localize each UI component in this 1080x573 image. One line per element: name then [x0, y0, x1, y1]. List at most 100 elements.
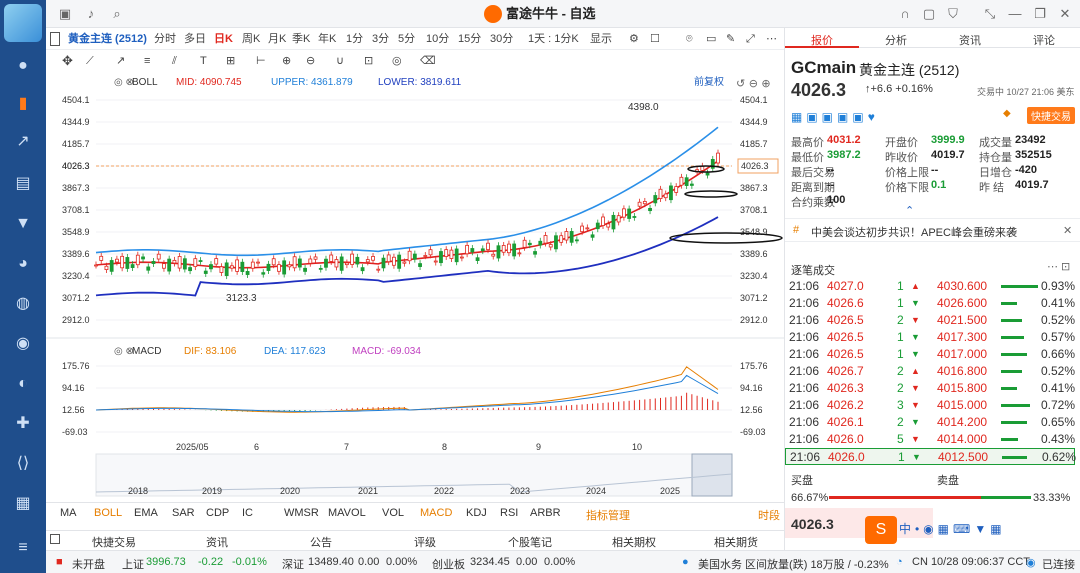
- timeframe-3[interactable]: 周K: [242, 32, 260, 46]
- quick-trade-button[interactable]: 快捷交易: [1027, 107, 1075, 124]
- ticker-text[interactable]: 美国水务 区间放量(跌) 18万股 / -0.23%: [698, 556, 889, 572]
- timeframe-4[interactable]: 月K: [268, 32, 286, 46]
- eye-icon[interactable]: ◎: [392, 54, 402, 68]
- right-tab-1[interactable]: 分析: [885, 32, 907, 48]
- settings-icon[interactable]: ⚙: [629, 32, 639, 46]
- fib-tool-icon[interactable]: ⊞: [226, 54, 235, 68]
- timeframe-10[interactable]: 10分: [426, 32, 449, 46]
- bag-icon[interactable]: ▢: [920, 5, 938, 23]
- document-icon[interactable]: ▦: [11, 492, 35, 516]
- layout-split-icon[interactable]: ▭: [706, 32, 716, 46]
- lower-tab-5[interactable]: 相关期权: [612, 534, 656, 550]
- lower-tab-0[interactable]: 快捷交易: [92, 534, 136, 550]
- tick-row[interactable]: 21:06 4026.0 1 4012.500 0.62% ▼: [785, 448, 1076, 465]
- panel-toggle-icon[interactable]: [50, 534, 60, 544]
- menu-icon[interactable]: ≡: [11, 536, 35, 560]
- indicator-wmsr[interactable]: WMSR: [284, 507, 319, 519]
- right-tab-3[interactable]: 评论: [1033, 32, 1055, 48]
- tick-row[interactable]: 21:06 4026.6 1 4026.600 0.41% ▼: [785, 295, 1075, 312]
- price-chart[interactable]: 4504.1 4504.1 4344.9 4344.9 4185.7 4185.7 4026…: [46, 72, 784, 502]
- indicator-sar[interactable]: SAR: [172, 507, 195, 519]
- ray-tool-icon[interactable]: ↗: [116, 54, 125, 68]
- boll-eye-icon[interactable]: ◎ ⊗: [114, 77, 134, 89]
- indicator-boll[interactable]: BOLL: [94, 507, 122, 519]
- indicator-kdj[interactable]: KDJ: [466, 507, 487, 519]
- timeframe-6[interactable]: 年K: [318, 32, 336, 46]
- indicator-arbr[interactable]: ARBR: [530, 507, 561, 519]
- ime-icons[interactable]: 中•◉▦⌨▼▦: [899, 520, 1006, 537]
- app-logo-icon[interactable]: [4, 4, 42, 42]
- moon-icon[interactable]: ◐: [11, 372, 35, 396]
- delete-icon[interactable]: ⌫: [420, 54, 436, 68]
- timeframe-12[interactable]: 30分: [490, 32, 513, 46]
- indicator-mavol[interactable]: MAVOL: [328, 507, 366, 519]
- layout-icon[interactable]: ▣: [56, 5, 74, 23]
- pie-icon[interactable]: ◕: [11, 252, 35, 276]
- indicator-ic[interactable]: IC: [242, 507, 253, 519]
- indicator-cdp[interactable]: CDP: [206, 507, 229, 519]
- indicator-macd[interactable]: MACD: [420, 507, 452, 519]
- news-banner[interactable]: # 中美会谈达初步共识！APEC峰会重磅来袭 ✕: [785, 218, 1080, 242]
- search-icon[interactable]: ⌕: [108, 5, 126, 23]
- line-tool-icon[interactable]: ⟋: [86, 54, 94, 68]
- close-news-icon[interactable]: ✕: [1063, 224, 1072, 237]
- chart-canvas[interactable]: 4504.1 4504.1 4344.9 4344.9 4185.7 4185.7 4026…: [46, 72, 784, 502]
- sogou-icon[interactable]: S: [865, 516, 897, 544]
- tick-row[interactable]: 21:06 4026.5 1 4017.000 0.66% ▼: [785, 346, 1075, 363]
- tick-row[interactable]: 21:06 4027.0 1 4030.600 0.93% ▲: [785, 278, 1075, 295]
- chart-bar-icon[interactable]: ▮: [11, 92, 35, 116]
- trend-icon[interactable]: ↗: [11, 130, 35, 154]
- timeframe-11[interactable]: 15分: [458, 32, 481, 46]
- timeframe-2[interactable]: 日K: [214, 32, 233, 46]
- timeframe-8[interactable]: 3分: [372, 32, 389, 46]
- text-tool-icon[interactable]: T: [200, 54, 207, 68]
- expand-icon[interactable]: ⤢: [746, 32, 755, 46]
- indicator-manage[interactable]: 指标管理: [586, 507, 630, 523]
- shirt-icon[interactable]: ⛉: [944, 5, 962, 23]
- crosshair-icon[interactable]: ✥: [62, 54, 73, 68]
- exchange-icon[interactable]: ◍: [11, 292, 35, 316]
- code-icon[interactable]: ⟨⟩: [11, 452, 35, 476]
- trend-box-icon[interactable]: ▤: [11, 172, 35, 196]
- lower-tab-3[interactable]: 评级: [414, 534, 436, 550]
- bell-icon[interactable]: ♪: [82, 5, 100, 23]
- indicator-ma[interactable]: MA: [60, 507, 77, 519]
- macd-eye-icon[interactable]: ◎ ⊗: [114, 346, 134, 358]
- filter-icon[interactable]: ▼: [11, 212, 35, 236]
- quote-flag-icons[interactable]: ▦▣▣▣▣♥: [791, 110, 879, 124]
- measure-tool-icon[interactable]: ⊢: [256, 54, 266, 68]
- magnet-icon[interactable]: ∪: [336, 54, 344, 68]
- more-icon[interactable]: ⋯: [766, 32, 777, 46]
- tick-row[interactable]: 21:06 4026.1 2 4014.200 0.65% ▼: [785, 414, 1075, 431]
- gamepad-icon[interactable]: ✚: [11, 412, 35, 436]
- channel-tool-icon[interactable]: ⫽: [172, 54, 177, 68]
- tick-row[interactable]: 21:06 4026.7 2 4016.800 0.52% ▲: [785, 363, 1075, 380]
- tick-row[interactable]: 21:06 4026.3 2 4015.800 0.41% ▼: [785, 380, 1075, 397]
- lower-tab-4[interactable]: 个股笔记: [508, 534, 552, 550]
- indicator-vol[interactable]: VOL: [382, 507, 404, 519]
- alert-icon[interactable]: ◆: [1003, 108, 1011, 119]
- session-tab[interactable]: 时段: [758, 507, 780, 523]
- timeframe-5[interactable]: 季K: [292, 32, 310, 46]
- adjust-mode[interactable]: 前复权: [694, 77, 724, 89]
- timeframe-14[interactable]: 显示: [590, 32, 612, 46]
- tick-row[interactable]: 21:06 4026.2 3 4015.000 0.72% ▼: [785, 397, 1075, 414]
- headset-icon[interactable]: ∩: [896, 5, 914, 23]
- ticks-more-icon[interactable]: ⋯ ⊡: [1047, 260, 1070, 273]
- panel-icon[interactable]: [50, 32, 60, 46]
- camera-icon[interactable]: ⌾: [686, 32, 693, 46]
- timeframe-13[interactable]: 1天 : 1分K: [528, 32, 579, 46]
- timeframe-0[interactable]: 分时: [154, 32, 176, 46]
- lock-icon[interactable]: ⊡: [364, 54, 373, 68]
- lower-tab-2[interactable]: 公告: [310, 534, 332, 550]
- maximize-icon[interactable]: ❐: [1031, 5, 1049, 23]
- hline-tool-icon[interactable]: ≡: [144, 54, 150, 68]
- right-tab-2[interactable]: 资讯: [959, 32, 981, 48]
- lower-tab-6[interactable]: 相关期货: [714, 534, 758, 550]
- timeframe-1[interactable]: 多日: [184, 32, 206, 46]
- timeframe-9[interactable]: 5分: [398, 32, 415, 46]
- zoom-in-icon[interactable]: ⊕: [282, 54, 291, 68]
- tick-row[interactable]: 21:06 4026.5 2 4021.500 0.52% ▼: [785, 312, 1075, 329]
- tick-row[interactable]: 21:06 4026.5 1 4017.300 0.57% ▼: [785, 329, 1075, 346]
- minimize-icon[interactable]: —: [1006, 5, 1024, 23]
